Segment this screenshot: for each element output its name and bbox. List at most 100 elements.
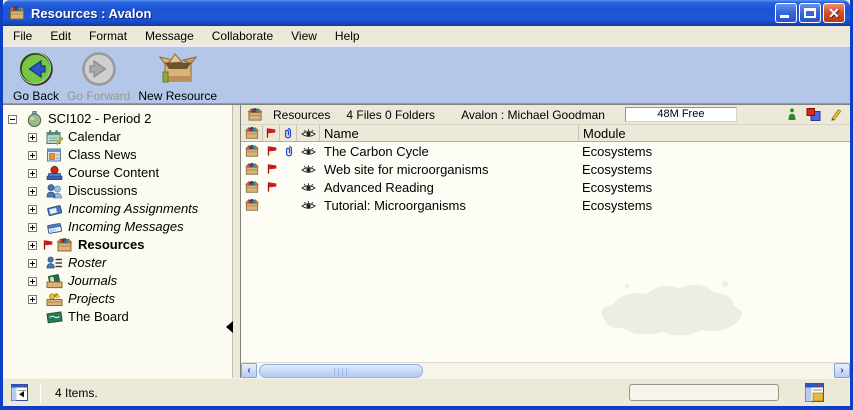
file-name: Web site for microorganisms <box>320 162 578 177</box>
menu-bar: File Edit Format Message Collaborate Vie… <box>3 26 850 46</box>
menu-format[interactable]: Format <box>80 27 136 45</box>
flag-icon <box>42 239 54 251</box>
tree-item-class-news[interactable]: Class News <box>3 146 232 164</box>
flag-icon <box>263 163 280 175</box>
collapse-toggle[interactable] <box>8 115 17 124</box>
menu-file[interactable]: File <box>4 27 41 45</box>
expand-toggle[interactable] <box>28 187 37 196</box>
go-back-button[interactable]: Go Back <box>13 50 59 103</box>
new-resource-button[interactable]: New Resource <box>138 50 217 103</box>
discussions-icon <box>46 183 63 199</box>
expand-toggle[interactable] <box>28 241 37 250</box>
tree-item-journals[interactable]: Journals <box>3 272 232 290</box>
tree-item-label: Journals <box>68 273 117 289</box>
toolbar: Go Back Go Forward <box>3 46 850 104</box>
presence-person-icon[interactable] <box>787 108 797 121</box>
status-bar: 4 Items. <box>3 378 850 406</box>
menu-message[interactable]: Message <box>136 27 203 45</box>
app-window: Resources : Avalon ✕ File Edit Format Me… <box>0 0 853 410</box>
window-title: Resources : Avalon <box>31 6 151 21</box>
horizontal-scrollbar[interactable]: ‹ › <box>241 362 850 378</box>
layers-icon[interactable] <box>806 108 821 121</box>
tree-item-root[interactable]: SCI102 - Period 2 <box>3 110 232 128</box>
expand-toggle[interactable] <box>28 169 37 178</box>
calendar-icon <box>46 129 63 145</box>
new-resource-label: New Resource <box>138 89 217 103</box>
file-module: Ecosystems <box>578 180 850 195</box>
tree-item-label: The Board <box>68 309 129 325</box>
go-back-icon <box>18 50 54 88</box>
menu-edit[interactable]: Edit <box>41 27 80 45</box>
resource-item-icon <box>241 144 263 158</box>
expand-toggle[interactable] <box>28 133 37 142</box>
expand-toggle[interactable] <box>28 277 37 286</box>
tree-item-label: Incoming Messages <box>68 219 184 235</box>
minimize-button[interactable] <box>775 3 797 23</box>
scrollbar-thumb[interactable] <box>259 364 423 378</box>
resources-box-icon <box>56 237 73 253</box>
tree-item-roster[interactable]: Roster <box>3 254 232 272</box>
column-viewed-icon[interactable] <box>297 125 320 141</box>
close-button[interactable]: ✕ <box>823 3 845 23</box>
tree-item-discussions[interactable]: Discussions <box>3 182 232 200</box>
go-forward-label: Go Forward <box>67 89 130 103</box>
scroll-left-arrow-icon[interactable]: ‹ <box>241 363 257 378</box>
menu-collaborate[interactable]: Collaborate <box>203 27 282 45</box>
course-content-icon <box>46 165 63 181</box>
course-tree-panel: SCI102 - Period 2 Calendar <box>3 105 232 378</box>
folder-counts: 4 Files 0 Folders <box>346 108 435 122</box>
resources-panel: Resources 4 Files 0 Folders Avalon : Mic… <box>240 105 850 378</box>
tree-item-the-board[interactable]: The Board <box>3 308 232 326</box>
layout-view-icon[interactable] <box>805 383 824 402</box>
panel-divider[interactable] <box>232 105 240 378</box>
board-icon <box>46 309 63 325</box>
menu-help[interactable]: Help <box>326 27 369 45</box>
edit-pencil-icon[interactable] <box>830 108 842 121</box>
toggle-panel-icon[interactable] <box>11 384 28 401</box>
tree-item-calendar[interactable]: Calendar <box>3 128 232 146</box>
file-row[interactable]: The Carbon Cycle Ecosystems <box>241 142 850 160</box>
free-space-indicator: 48M Free <box>625 107 737 122</box>
assignments-icon <box>46 201 63 217</box>
scroll-right-arrow-icon[interactable]: › <box>834 363 850 378</box>
new-resource-icon <box>159 50 197 88</box>
maximize-button[interactable] <box>799 3 821 23</box>
expand-toggle[interactable] <box>28 223 37 232</box>
column-item-icon[interactable] <box>241 125 263 141</box>
file-row[interactable]: Tutorial: Microorganisms Ecosystems <box>241 196 850 214</box>
column-flag-icon[interactable] <box>263 125 280 141</box>
file-row[interactable]: Web site for microorganisms Ecosystems <box>241 160 850 178</box>
tree-item-resources[interactable]: Resources <box>3 236 232 254</box>
folder-info-bar: Resources 4 Files 0 Folders Avalon : Mic… <box>241 105 850 125</box>
resources-box-icon <box>247 107 263 122</box>
menu-view[interactable]: View <box>282 27 326 45</box>
tree-item-incoming-assignments[interactable]: Incoming Assignments <box>3 200 232 218</box>
expand-toggle[interactable] <box>28 259 37 268</box>
statusbar-separator <box>40 383 41 403</box>
tree-item-course-content[interactable]: Course Content <box>3 164 232 182</box>
expand-toggle[interactable] <box>28 295 37 304</box>
tree-item-label: SCI102 - Period 2 <box>48 111 151 127</box>
tree-item-incoming-messages[interactable]: Incoming Messages <box>3 218 232 236</box>
expand-toggle[interactable] <box>28 205 37 214</box>
tree-item-projects[interactable]: Projects <box>3 290 232 308</box>
collapse-panel-arrow-icon[interactable] <box>226 321 233 333</box>
main-area: SCI102 - Period 2 Calendar <box>3 104 850 378</box>
tree-item-label: Roster <box>68 255 106 271</box>
flag-icon <box>263 145 280 157</box>
roster-icon <box>46 255 63 271</box>
tree-item-label: Projects <box>68 291 115 307</box>
expand-toggle[interactable] <box>28 151 37 160</box>
column-attachment-icon[interactable] <box>280 125 297 141</box>
column-header-module[interactable]: Module <box>578 125 850 141</box>
file-name: Tutorial: Microorganisms <box>320 198 578 213</box>
tree-item-label: Calendar <box>68 129 121 145</box>
attachment-icon <box>280 145 297 158</box>
file-module: Ecosystems <box>578 162 850 177</box>
class-news-icon <box>46 147 63 163</box>
column-header-name[interactable]: Name <box>320 125 578 141</box>
file-row[interactable]: Advanced Reading Ecosystems <box>241 178 850 196</box>
resource-item-icon <box>241 180 263 194</box>
folder-title: Resources <box>273 108 330 122</box>
projects-icon <box>46 291 63 307</box>
